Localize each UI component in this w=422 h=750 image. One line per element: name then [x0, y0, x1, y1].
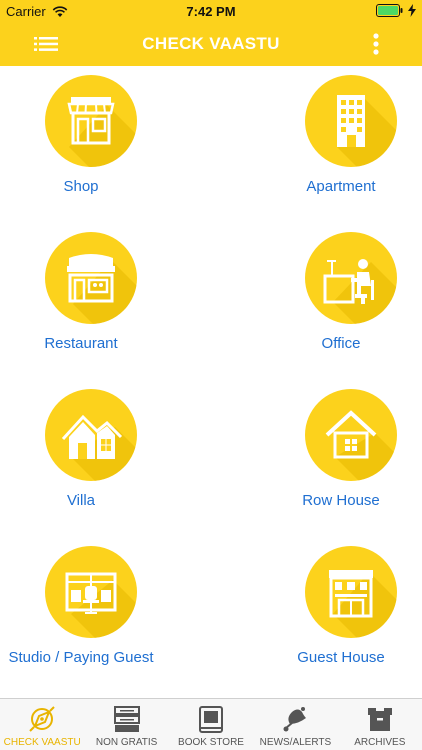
guest-house-icon — [329, 570, 373, 618]
row-house-icon — [325, 410, 377, 459]
row-house-circle — [305, 389, 397, 481]
nav-bar: CHECK VAASTU — [0, 22, 422, 66]
tab-news-alerts-label: NEWS/ALERTS — [259, 737, 332, 748]
tab-non-gratis[interactable]: NON GRATIS — [84, 699, 168, 750]
office-tile[interactable]: Office — [260, 223, 422, 363]
tab-archives-label: ARCHIVES — [354, 737, 406, 748]
office-icon — [323, 259, 374, 304]
shop-label: Shop — [63, 178, 99, 195]
book-icon — [199, 706, 224, 733]
villa-tile[interactable]: Villa — [0, 380, 180, 520]
status-time: 7:42 PM — [186, 4, 236, 19]
vertical-dots-icon — [373, 33, 379, 55]
stack-icon — [113, 706, 140, 732]
studio-icon — [65, 572, 117, 614]
apartment-icon — [337, 95, 365, 147]
restaurant-label: Restaurant — [44, 335, 118, 352]
guest-house-label: Guest House — [297, 649, 385, 666]
studio-label: Studio / Paying Guest — [8, 649, 154, 666]
tab-check-vaastu[interactable]: CHECK VAASTU — [0, 699, 84, 750]
tab-bar: CHECK VAASTU NON GRATIS BOOK STORE NEWS/… — [0, 698, 422, 750]
studio-circle — [45, 546, 137, 638]
office-circle — [305, 232, 397, 324]
menu-button[interactable] — [30, 34, 62, 54]
guest-house-circle — [305, 546, 397, 638]
restaurant-icon — [67, 254, 115, 303]
guest-house-tile[interactable]: Guest House — [260, 537, 422, 677]
shop-tile[interactable]: Shop — [0, 66, 180, 206]
tab-non-gratis-label: NON GRATIS — [95, 737, 158, 748]
header: Carrier 7:42 PM CHECK VAASTU — [0, 0, 422, 66]
villa-label: Villa — [66, 492, 96, 509]
restaurant-tile[interactable]: Restaurant — [0, 223, 180, 363]
status-bar: Carrier 7:42 PM — [0, 0, 422, 22]
restaurant-circle — [45, 232, 137, 324]
compass-icon — [29, 706, 55, 732]
charging-icon — [408, 4, 416, 17]
tab-news-alerts[interactable]: NEWS/ALERTS — [253, 699, 337, 750]
bell-icon — [283, 707, 307, 732]
villa-circle — [45, 389, 137, 481]
page-title: CHECK VAASTU — [142, 34, 280, 53]
tab-book-store[interactable]: BOOK STORE — [169, 699, 253, 750]
archive-box-icon — [367, 708, 392, 731]
apartment-tile[interactable]: Apartment — [260, 66, 422, 206]
tab-check-vaastu-label: CHECK VAASTU — [3, 737, 81, 748]
office-label: Office — [321, 335, 361, 352]
row-house-label: Row House — [302, 492, 380, 509]
shop-icon — [67, 97, 115, 145]
row-house-tile[interactable]: Row House — [260, 380, 422, 520]
apartment-label: Apartment — [306, 178, 376, 195]
list-menu-icon — [34, 37, 58, 51]
shop-circle — [45, 75, 137, 167]
tab-archives[interactable]: ARCHIVES — [338, 699, 422, 750]
battery-icon — [376, 4, 403, 17]
more-options-button[interactable] — [364, 30, 388, 58]
tab-book-store-label: BOOK STORE — [178, 737, 244, 748]
villa-icon — [61, 414, 123, 459]
apartment-circle — [305, 75, 397, 167]
property-type-grid: Shop Apartment Restaurant Office Villa R… — [0, 66, 422, 698]
studio-tile[interactable]: Studio / Paying Guest — [0, 537, 180, 677]
